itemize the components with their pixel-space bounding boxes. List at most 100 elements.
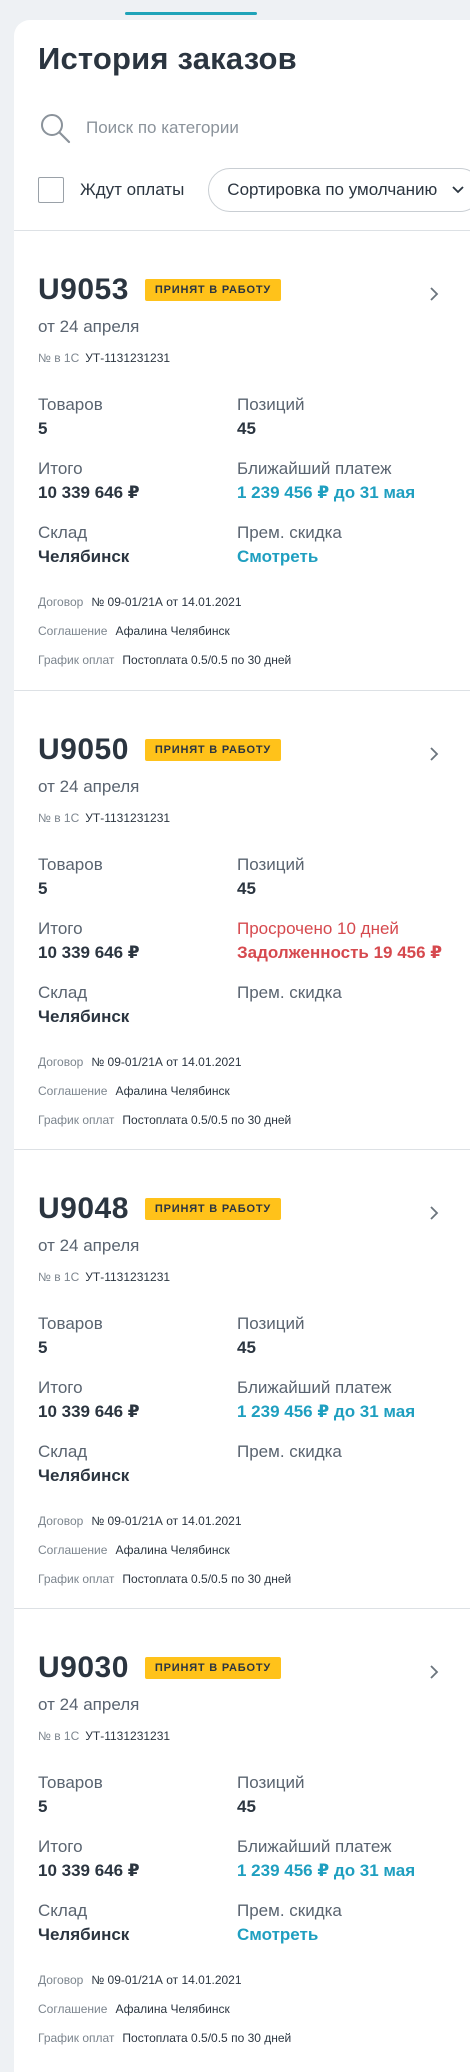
status-badge: ПРИНЯТ В РАБОТУ — [144, 1198, 282, 1220]
payment-cell: Ближайший платеж 1 239 456 ₽ до 31 мая — [237, 1837, 457, 1881]
items-label: Товаров — [38, 1773, 103, 1792]
search-icon — [41, 114, 71, 144]
chevron-right-icon[interactable] — [428, 746, 440, 762]
items-label: Товаров — [38, 1314, 103, 1333]
search-bar[interactable] — [38, 108, 446, 148]
order-1c-value: УТ-1131231231 — [85, 811, 171, 825]
items-value: 5 — [38, 1797, 48, 1816]
order-1c-label: № в 1С — [38, 351, 80, 365]
warehouse-label: Склад — [38, 1442, 88, 1461]
payment-value[interactable]: 1 239 456 ₽ до 31 мая — [237, 1861, 457, 1881]
order-meta: Договор № 09-01/21А от 14.01.2021 Соглаше… — [38, 1055, 446, 1127]
payment-value[interactable]: 1 239 456 ₽ до 31 мая — [237, 483, 457, 503]
total-label: Итого — [38, 919, 83, 938]
order-1c-label: № в 1С — [38, 811, 80, 825]
discount-label: Прем. скидка — [237, 1901, 342, 1920]
warehouse-label: Склад — [38, 523, 88, 542]
order-id: U9053 — [38, 273, 129, 306]
schedule-value: Постоплата 0.5/0.5 по 30 дней — [122, 2031, 292, 2045]
contract-label: Договор — [38, 595, 84, 609]
schedule-label: График оплат — [38, 653, 115, 667]
discount-link[interactable]: Смотреть — [237, 547, 457, 567]
positions-value: 45 — [237, 1338, 256, 1357]
status-badge: ПРИНЯТ В РАБОТУ — [144, 279, 282, 301]
search-input[interactable] — [86, 118, 406, 138]
agreement-value: Афалина Челябинск — [115, 1543, 230, 1557]
order-meta: Договор № 09-01/21А от 14.01.2021 Соглаше… — [38, 1514, 446, 1586]
awaiting-payment-label[interactable]: Ждут оплаты — [80, 180, 184, 200]
items-label: Товаров — [38, 855, 103, 874]
agreement-value: Афалина Челябинск — [115, 1084, 230, 1098]
payment-value[interactable]: 1 239 456 ₽ до 31 мая — [237, 1402, 457, 1422]
order-header: U9030 ПРИНЯТ В РАБОТУ — [38, 1649, 446, 1687]
payment-label: Ближайший платеж — [237, 459, 392, 478]
order-id: U9048 — [38, 1192, 129, 1225]
schedule-row: График оплат Постоплата 0.5/0.5 по 30 дне… — [38, 1113, 446, 1127]
warehouse-label: Склад — [38, 983, 88, 1002]
total-label: Итого — [38, 1378, 83, 1397]
order-date: от 24 апреля — [38, 317, 140, 336]
discount-label: Прем. скидка — [237, 1442, 342, 1461]
order-1c-value: УТ-1131231231 — [85, 1729, 171, 1743]
order-details: Товаров 5 Позиций 45 Итого 10 339 646 ₽ … — [38, 855, 446, 1027]
order-1c-number: № в 1С УТ-1131231231 — [38, 1729, 446, 1743]
order-card[interactable]: U9053 ПРИНЯТ В РАБОТУ от 24 апреля № в 1… — [14, 231, 470, 690]
positions-label: Позиций — [237, 395, 305, 414]
items-cell: Товаров 5 — [38, 1773, 237, 1817]
contract-value: № 09-01/21А от 14.01.2021 — [91, 1055, 242, 1069]
positions-label: Позиций — [237, 1314, 305, 1333]
sort-dropdown[interactable]: Сортировка по умолчанию — [208, 168, 470, 212]
agreement-label: Соглашение — [38, 2002, 108, 2016]
total-value: 10 339 646 ₽ — [38, 1402, 140, 1421]
discount-link[interactable]: Смотреть — [237, 1925, 457, 1945]
payment-cell: Ближайший платеж 1 239 456 ₽ до 31 мая — [237, 1378, 457, 1422]
order-card[interactable]: U9030 ПРИНЯТ В РАБОТУ от 24 апреля № в 1… — [14, 1608, 470, 2067]
orders-header: История заказов Ждут оплаты Сортировка п… — [14, 20, 470, 212]
items-value: 5 — [38, 419, 48, 438]
contract-label: Договор — [38, 1514, 84, 1528]
warehouse-value: Челябинск — [38, 1466, 130, 1485]
discount-cell: Прем. скидка Смотреть — [237, 1901, 457, 1945]
total-value: 10 339 646 ₽ — [38, 943, 140, 962]
discount-cell: Прем. скидка Смотреть — [237, 523, 457, 567]
order-date: от 24 апреля — [38, 777, 140, 796]
chevron-right-icon[interactable] — [428, 1664, 440, 1680]
order-card[interactable]: U9048 ПРИНЯТ В РАБОТУ от 24 апреля № в 1… — [14, 1149, 470, 1608]
contract-value: № 09-01/21А от 14.01.2021 — [91, 1973, 242, 1987]
contract-label: Договор — [38, 1973, 84, 1987]
total-cell: Итого 10 339 646 ₽ — [38, 1378, 237, 1422]
order-date: от 24 апреля — [38, 1236, 140, 1255]
agreement-label: Соглашение — [38, 1084, 108, 1098]
total-label: Итого — [38, 459, 83, 478]
order-header: U9050 ПРИНЯТ В РАБОТУ — [38, 731, 446, 769]
payment-value[interactable]: Задолженность 19 456 ₽ — [237, 943, 457, 963]
discount-label: Прем. скидка — [237, 523, 342, 542]
schedule-label: График оплат — [38, 1572, 115, 1586]
chevron-right-icon[interactable] — [428, 1205, 440, 1221]
warehouse-cell: Склад Челябинск — [38, 1442, 237, 1486]
positions-value: 45 — [237, 879, 256, 898]
schedule-value: Постоплата 0.5/0.5 по 30 дней — [122, 653, 292, 667]
schedule-row: График оплат Постоплата 0.5/0.5 по 30 дне… — [38, 1572, 446, 1586]
chevron-right-icon[interactable] — [428, 286, 440, 302]
positions-cell: Позиций 45 — [237, 1314, 457, 1358]
order-1c-value: УТ-1131231231 — [85, 1270, 171, 1284]
status-badge: ПРИНЯТ В РАБОТУ — [144, 1657, 282, 1679]
agreement-row: Соглашение Афалина Челябинск — [38, 1543, 446, 1557]
payment-label: Ближайший платеж — [237, 1378, 392, 1397]
schedule-label: График оплат — [38, 2031, 115, 2045]
warehouse-value: Челябинск — [38, 1007, 130, 1026]
schedule-value: Постоплата 0.5/0.5 по 30 дней — [122, 1113, 292, 1127]
awaiting-payment-checkbox[interactable] — [38, 177, 64, 203]
order-1c-number: № в 1С УТ-1131231231 — [38, 811, 446, 825]
chevron-down-icon — [452, 186, 464, 194]
orders-list: U9053 ПРИНЯТ В РАБОТУ от 24 апреля № в 1… — [14, 231, 470, 2067]
orders-sheet: История заказов Ждут оплаты Сортировка п… — [14, 20, 470, 2072]
items-label: Товаров — [38, 395, 103, 414]
order-meta: Договор № 09-01/21А от 14.01.2021 Соглаше… — [38, 595, 446, 667]
agreement-row: Соглашение Афалина Челябинск — [38, 2002, 446, 2016]
contract-row: Договор № 09-01/21А от 14.01.2021 — [38, 595, 446, 609]
order-card[interactable]: U9050 ПРИНЯТ В РАБОТУ от 24 апреля № в 1… — [14, 690, 470, 1149]
status-badge: ПРИНЯТ В РАБОТУ — [144, 739, 282, 761]
order-1c-value: УТ-1131231231 — [85, 351, 171, 365]
